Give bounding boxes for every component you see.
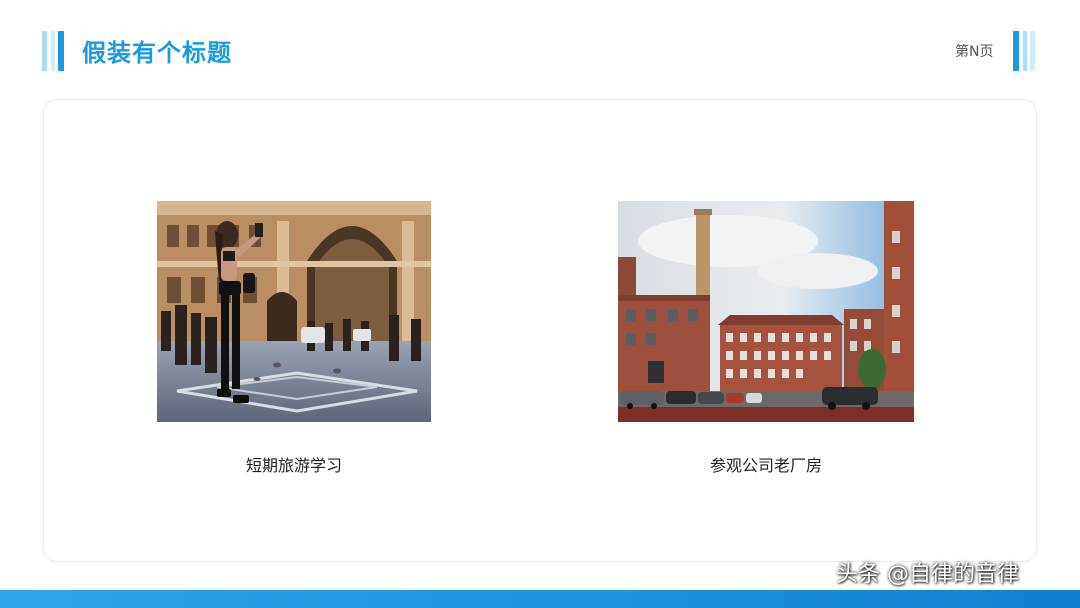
street-crowd-photo: [157, 201, 431, 422]
old-brick-factory-photo: [618, 201, 914, 422]
page-title: 假装有个标题: [82, 39, 232, 67]
accent-bar: [1013, 31, 1019, 71]
bottom-accent-bar: [0, 590, 1080, 608]
accent-bar: [51, 31, 55, 71]
watermark: 头条 @自律的音律: [836, 562, 1019, 587]
accent-bar: [1030, 31, 1035, 71]
caption-short-study-tour: 短期旅游学习: [245, 456, 342, 475]
accent-bar: [42, 31, 47, 71]
caption-old-factory-visit: 参观公司老厂房: [709, 456, 822, 475]
title-accent-bars-left: [42, 31, 66, 71]
page-number: 第N页: [955, 44, 994, 60]
accent-bar: [1023, 31, 1027, 71]
accent-bar: [58, 31, 64, 71]
slide: 假装有个标题 第N页 短期旅游学习 参观公司老厂房 头条 @自律的音律: [0, 0, 1080, 608]
title-accent-bars-right: [1013, 31, 1037, 71]
